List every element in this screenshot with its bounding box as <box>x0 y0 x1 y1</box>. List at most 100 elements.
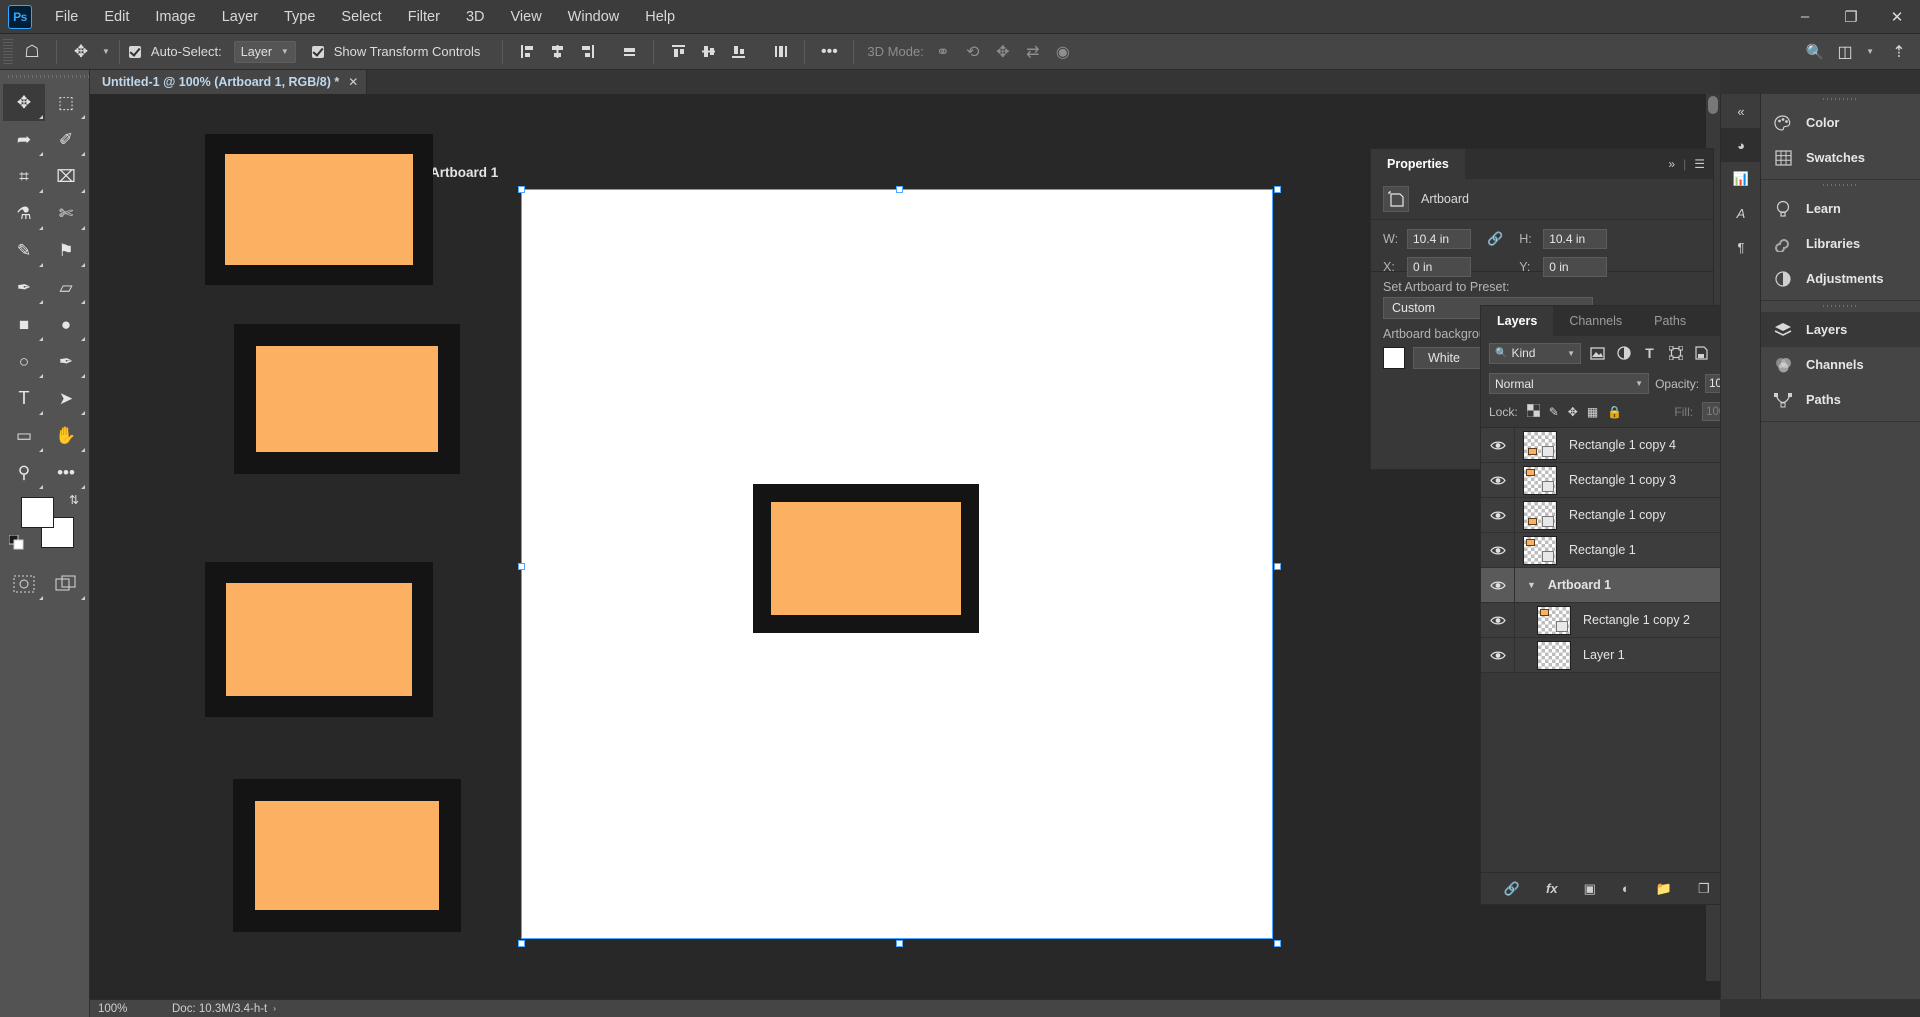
layer-thumbnail[interactable] <box>1537 605 1571 635</box>
distribute-horizontal-icon[interactable] <box>614 39 644 65</box>
artboard-label[interactable]: Artboard 1 <box>430 165 498 180</box>
menu-file[interactable]: File <box>42 3 91 31</box>
home-icon[interactable]: ☖ <box>17 39 47 65</box>
dock-item-channels[interactable]: Channels <box>1761 347 1920 382</box>
transform-handle[interactable] <box>518 563 525 570</box>
dock-group-grip[interactable] <box>1761 180 1920 191</box>
tab-layers[interactable]: Layers <box>1481 306 1554 336</box>
histogram-dock-icon[interactable]: 📊 <box>1721 162 1761 196</box>
menu-image[interactable]: Image <box>142 3 208 31</box>
crop-tool-icon[interactable]: ⌗ <box>3 158 45 195</box>
dock-item-color[interactable]: Color <box>1761 105 1920 140</box>
adjustments-dock-icon[interactable]: ◕ <box>1721 128 1761 162</box>
menu-window[interactable]: Window <box>555 3 633 31</box>
layer-visibility-eye-icon[interactable] <box>1481 602 1515 638</box>
foreground-color-swatch[interactable] <box>21 497 54 528</box>
chevron-down-icon[interactable]: ▼ <box>102 47 110 56</box>
lock-artboard-nesting-icon[interactable]: ▦ <box>1587 405 1598 419</box>
dock-item-libraries[interactable]: Libraries <box>1761 226 1920 261</box>
new-group-icon[interactable]: 📁 <box>1656 881 1672 897</box>
menu-select[interactable]: Select <box>328 3 394 31</box>
align-horizontal-centers-icon[interactable] <box>542 39 572 65</box>
rect-offcanvas-2[interactable] <box>234 324 460 474</box>
x-input[interactable]: 0 in <box>1407 257 1471 277</box>
rect-offcanvas-3[interactable] <box>205 562 433 717</box>
collapse-icon[interactable]: » <box>1668 157 1675 171</box>
status-expand-icon[interactable]: › <box>273 1004 276 1013</box>
dock-group-grip[interactable] <box>1761 94 1920 105</box>
pixel-filter-icon[interactable] <box>1588 344 1607 363</box>
history-brush-tool-icon[interactable]: ✒ <box>3 269 45 306</box>
transform-handle[interactable] <box>518 940 525 947</box>
link-icon[interactable]: 🔗 <box>1487 231 1503 247</box>
more-options-icon[interactable]: ••• <box>814 39 844 65</box>
blur-tool-icon[interactable]: ● <box>45 306 87 343</box>
tab-paths[interactable]: Paths <box>1638 306 1702 336</box>
align-right-edges-icon[interactable] <box>572 39 602 65</box>
layer-name[interactable]: Rectangle 1 copy 4 <box>1569 438 1676 452</box>
transform-handle[interactable] <box>896 186 903 193</box>
screen-mode-icon[interactable] <box>45 565 87 602</box>
chevron-down-icon[interactable]: ▼ <box>1866 47 1874 56</box>
zoom-3d-icon[interactable]: ◉ <box>1048 39 1078 65</box>
align-top-edges-icon[interactable] <box>663 39 693 65</box>
menu-type[interactable]: Type <box>271 3 328 31</box>
blend-mode-select[interactable]: Normal ▼ <box>1489 373 1650 394</box>
smartobject-filter-icon[interactable] <box>1692 344 1711 363</box>
panel-menu-icon[interactable]: ☰ <box>1694 157 1705 171</box>
zoom-level[interactable]: 100% <box>90 1003 150 1015</box>
layer-name[interactable]: Rectangle 1 <box>1569 543 1636 557</box>
layer-mask-icon[interactable]: ▣ <box>1584 881 1596 897</box>
rect-offcanvas-4[interactable] <box>233 779 461 932</box>
dock-item-layers[interactable]: Layers <box>1761 312 1920 347</box>
artboard-background-swatch[interactable] <box>1383 347 1405 369</box>
layer-style-icon[interactable]: fx <box>1546 881 1558 896</box>
type-filter-icon[interactable]: T <box>1640 344 1659 363</box>
layer-visibility-eye-icon[interactable] <box>1481 637 1515 673</box>
gradient-tool-icon[interactable]: ■ <box>3 306 45 343</box>
orbit-3d-icon[interactable]: ⚭ <box>928 39 958 65</box>
close-icon[interactable]: ✕ <box>348 75 358 89</box>
zoom-tool-icon[interactable]: ⚲ <box>3 454 45 491</box>
spot-healing-brush-tool-icon[interactable]: ✄ <box>45 195 87 232</box>
width-input[interactable]: 10.4 in <box>1407 229 1471 249</box>
layer-thumbnail[interactable] <box>1537 640 1571 670</box>
transform-handle[interactable] <box>896 940 903 947</box>
move-tool-icon[interactable]: ✥ <box>66 39 96 65</box>
auto-select-scope-select[interactable]: Layer ▼ <box>233 40 296 63</box>
y-input[interactable]: 0 in <box>1543 257 1608 277</box>
lock-transparent-pixels-icon[interactable] <box>1526 403 1541 420</box>
eyedropper-tool-icon[interactable]: ⚗ <box>3 195 45 232</box>
tab-channels[interactable]: Channels <box>1553 306 1638 336</box>
layer-thumbnail[interactable] <box>1523 500 1557 530</box>
collapse-panels-icon[interactable]: « <box>1721 94 1761 128</box>
tools-panel-grip[interactable] <box>0 70 89 84</box>
layer-name[interactable]: Rectangle 1 copy 2 <box>1583 613 1690 627</box>
rectangular-marquee-tool-icon[interactable]: ⬚ <box>45 84 87 121</box>
swap-colors-icon[interactable]: ⇅ <box>69 493 79 507</box>
layer-visibility-eye-icon[interactable] <box>1481 497 1515 533</box>
lock-all-icon[interactable]: 🔒 <box>1607 405 1622 419</box>
layer-visibility-eye-icon[interactable] <box>1481 567 1515 603</box>
lasso-tool-icon[interactable]: ➦ <box>3 121 45 158</box>
minimize-button[interactable]: – <box>1782 0 1828 34</box>
layer-name[interactable]: Artboard 1 <box>1548 578 1611 592</box>
roll-3d-icon[interactable]: ⟲ <box>958 39 988 65</box>
rect-offcanvas-1[interactable] <box>205 134 433 285</box>
lock-position-icon[interactable]: ✥ <box>1568 405 1578 419</box>
quick-mask-icon[interactable] <box>3 565 45 602</box>
rect-canvas-center[interactable] <box>753 484 979 633</box>
eraser-tool-icon[interactable]: ▱ <box>45 269 87 306</box>
link-layers-icon[interactable]: 🔗 <box>1504 881 1520 897</box>
align-vertical-centers-icon[interactable] <box>693 39 723 65</box>
dock-item-paths[interactable]: Paths <box>1761 382 1920 417</box>
layer-thumbnail[interactable] <box>1523 430 1557 460</box>
search-icon[interactable]: 🔍 <box>1800 39 1830 65</box>
menu-help[interactable]: Help <box>632 3 688 31</box>
layer-thumbnail[interactable] <box>1523 535 1557 565</box>
height-input[interactable]: 10.4 in <box>1543 229 1608 249</box>
dock-item-swatches[interactable]: Swatches <box>1761 140 1920 175</box>
maximize-button[interactable]: ❐ <box>1828 0 1874 34</box>
layer-visibility-eye-icon[interactable] <box>1481 462 1515 498</box>
align-bottom-edges-icon[interactable] <box>723 39 753 65</box>
